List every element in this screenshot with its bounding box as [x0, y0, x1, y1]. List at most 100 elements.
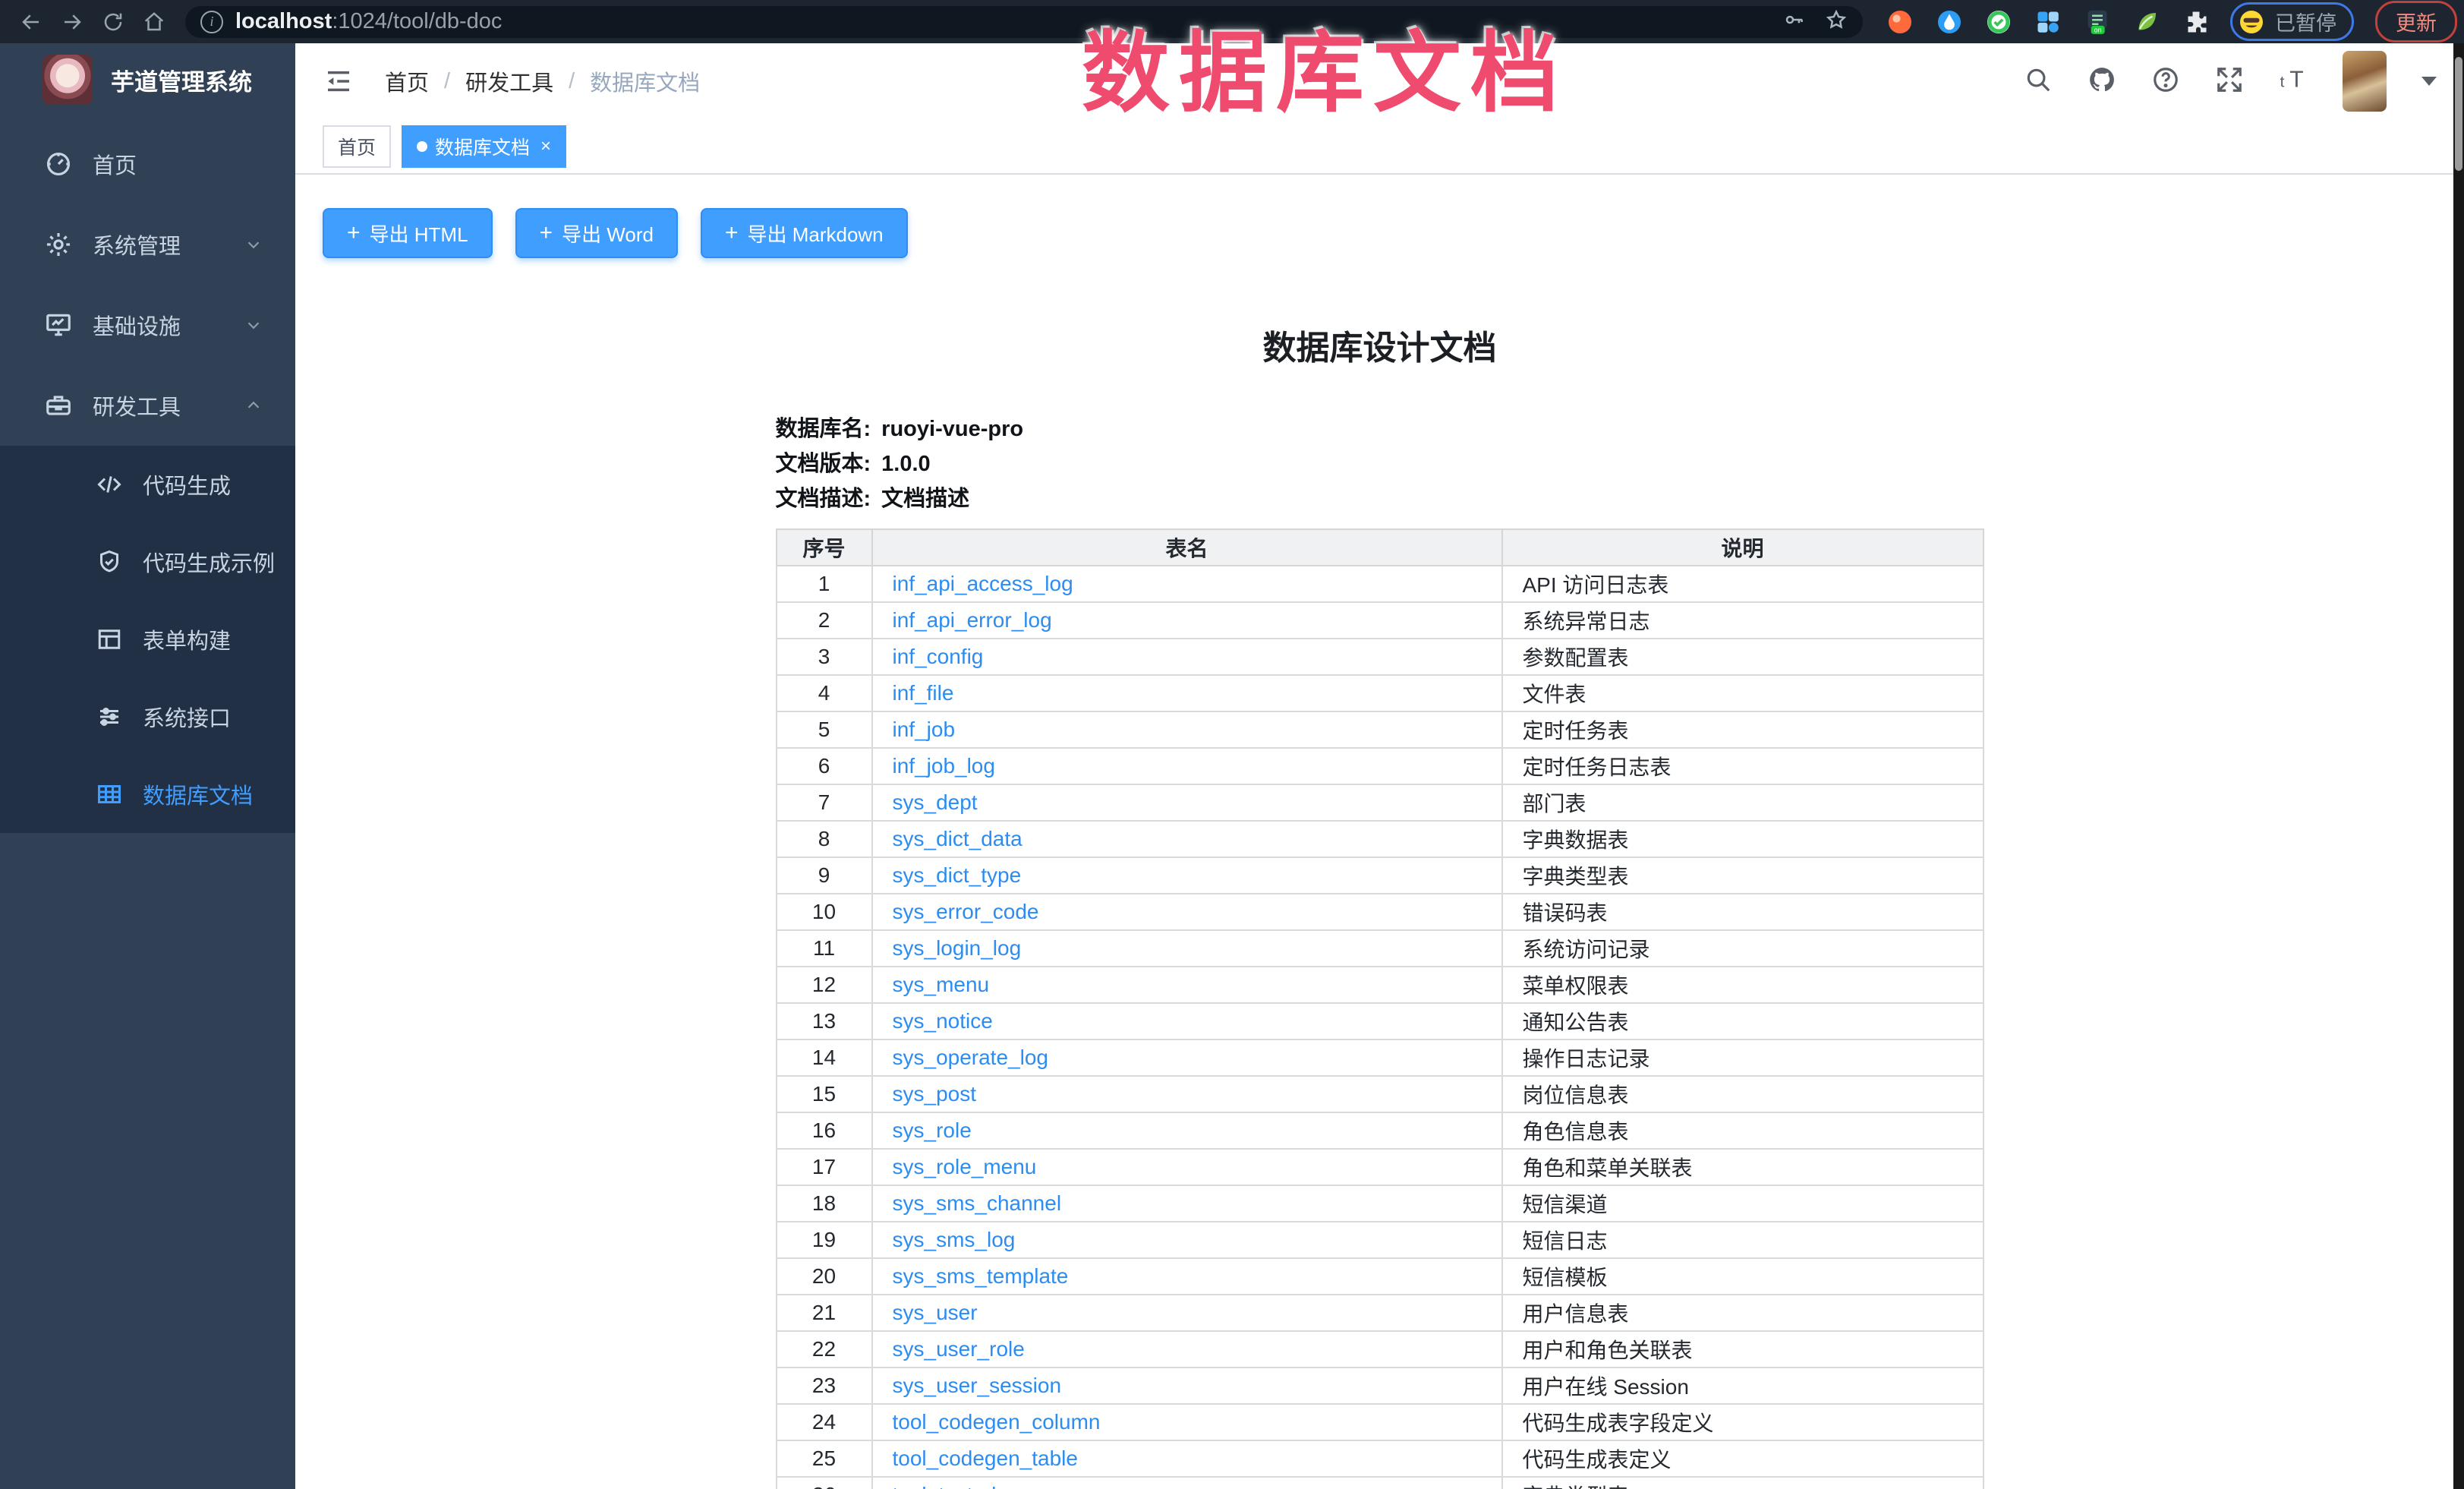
- tab-close-icon[interactable]: ×: [540, 136, 551, 157]
- table-link-sys_sms_template[interactable]: sys_sms_template: [893, 1264, 1069, 1288]
- font-size-icon[interactable]: tT: [2279, 65, 2308, 98]
- ext-blue-grid[interactable]: [2034, 8, 2062, 36]
- sidebar-item-研发工具[interactable]: 研发工具: [0, 365, 295, 446]
- user-menu-caret-icon[interactable]: [2421, 77, 2437, 86]
- chevron-up-icon: [244, 396, 263, 415]
- tools-icon: [44, 391, 73, 420]
- sidebar-item-代码生成示例[interactable]: 代码生成示例: [0, 523, 295, 601]
- meta-value: 1.0.0: [881, 446, 931, 481]
- table-description: 通知公告表: [1502, 1003, 1983, 1039]
- export-button-导出 Word[interactable]: 导出 Word: [515, 208, 678, 258]
- scrollbar-thumb[interactable]: [2455, 57, 2462, 171]
- sidebar-item-label: 研发工具: [93, 390, 181, 421]
- table-link-inf_api_error_log[interactable]: inf_api_error_log: [893, 608, 1052, 632]
- table-link-sys_error_code[interactable]: sys_error_code: [893, 900, 1039, 923]
- table-link-sys_dict_type[interactable]: sys_dict_type: [893, 863, 1022, 887]
- table-row: 2inf_api_error_log系统异常日志: [777, 602, 1983, 639]
- sidebar-item-系统管理[interactable]: 系统管理: [0, 204, 295, 285]
- export-button-导出 Markdown[interactable]: 导出 Markdown: [701, 208, 908, 258]
- table-link-inf_api_access_log[interactable]: inf_api_access_log: [893, 572, 1073, 595]
- table-link-inf_config[interactable]: inf_config: [893, 645, 984, 668]
- table-row: 25tool_codegen_table代码生成表定义: [777, 1440, 1983, 1477]
- home-icon[interactable]: [134, 5, 175, 39]
- extensions-row: on: [1886, 8, 2210, 36]
- ext-orange-ball[interactable]: [1886, 8, 1914, 36]
- ext-green-ring[interactable]: [1984, 8, 2013, 36]
- site-info-icon[interactable]: i: [200, 11, 223, 33]
- row-index: 11: [777, 930, 872, 967]
- tab-首页[interactable]: 首页: [323, 125, 391, 168]
- table-link-sys_post[interactable]: sys_post: [893, 1082, 977, 1106]
- breadcrumb-item-研发工具[interactable]: 研发工具: [465, 65, 553, 97]
- fullscreen-icon[interactable]: [2215, 65, 2244, 98]
- table-link-sys_login_log[interactable]: sys_login_log: [893, 936, 1022, 960]
- ext-puzzle[interactable]: [2182, 8, 2210, 36]
- table-link-tool_test_demo[interactable]: tool_test_demo: [893, 1483, 1038, 1489]
- table-link-inf_job[interactable]: inf_job: [893, 718, 956, 741]
- meta-value: ruoyi-vue-pro: [881, 412, 1023, 446]
- annotation-title: 数据库文档: [1082, 2, 1568, 129]
- tab-数据库文档[interactable]: 数据库文档×: [402, 125, 566, 168]
- sidebar-item-基础设施[interactable]: 基础设施: [0, 285, 295, 365]
- column-header-说明: 说明: [1502, 529, 1983, 566]
- table-link-sys_sms_channel[interactable]: sys_sms_channel: [893, 1191, 1062, 1215]
- table-description: 字典类型表: [1502, 857, 1983, 894]
- table-link-sys_user[interactable]: sys_user: [893, 1301, 978, 1324]
- ext-on-badge[interactable]: on: [2083, 8, 2112, 36]
- export-button-导出 HTML[interactable]: 导出 HTML: [323, 208, 493, 258]
- url-bar[interactable]: i localhost:1024/tool/db-doc: [185, 6, 1863, 38]
- table-link-sys_menu[interactable]: sys_menu: [893, 973, 990, 996]
- app-logo-area[interactable]: 芋道管理系统: [0, 43, 295, 116]
- extension-paused-badge[interactable]: 已暂停: [2230, 2, 2354, 41]
- table-row: 8sys_dict_data字典数据表: [777, 821, 1983, 857]
- table-description: 系统访问记录: [1502, 930, 1983, 967]
- table-link-sys_operate_log[interactable]: sys_operate_log: [893, 1046, 1048, 1069]
- table-link-sys_dept[interactable]: sys_dept: [893, 790, 978, 814]
- table-link-sys_user_role[interactable]: sys_user_role: [893, 1337, 1025, 1361]
- sidebar-item-表单构建[interactable]: 表单构建: [0, 601, 295, 678]
- table-link-sys_notice[interactable]: sys_notice: [893, 1009, 993, 1033]
- ext-green-leaf[interactable]: [2132, 8, 2161, 36]
- back-icon[interactable]: [11, 5, 52, 39]
- row-index: 4: [777, 675, 872, 711]
- row-index: 1: [777, 566, 872, 602]
- breadcrumb-separator: /: [444, 69, 450, 94]
- table-description: 短信日志: [1502, 1222, 1983, 1258]
- ext-blue-drop[interactable]: [1935, 8, 1964, 36]
- breadcrumb-item-首页[interactable]: 首页: [385, 65, 429, 97]
- table-link-inf_file[interactable]: inf_file: [893, 681, 954, 705]
- breadcrumb-separator: /: [569, 69, 575, 94]
- sidebar-item-代码生成[interactable]: 代码生成: [0, 446, 295, 523]
- table-link-inf_job_log[interactable]: inf_job_log: [893, 754, 995, 778]
- breadcrumb-item-数据库文档: 数据库文档: [590, 65, 700, 97]
- table-link-sys_user_session[interactable]: sys_user_session: [893, 1374, 1062, 1397]
- button-label: 导出 Markdown: [747, 219, 883, 248]
- help-icon[interactable]: [2151, 65, 2180, 98]
- table-link-tool_codegen_table[interactable]: tool_codegen_table: [893, 1446, 1078, 1470]
- bookmark-star-icon[interactable]: [1825, 8, 1848, 35]
- browser-update-button[interactable]: 更新: [2375, 1, 2457, 43]
- table-description: 角色信息表: [1502, 1112, 1983, 1149]
- user-avatar[interactable]: [2343, 51, 2387, 112]
- sidebar-item-数据库文档[interactable]: 数据库文档: [0, 756, 295, 833]
- table-link-sys_dict_data[interactable]: sys_dict_data: [893, 827, 1022, 850]
- reload-icon[interactable]: [93, 5, 134, 39]
- table-row: 16sys_role角色信息表: [777, 1112, 1983, 1149]
- sidebar-item-label: 代码生成: [143, 468, 231, 500]
- table-row: 13sys_notice通知公告表: [777, 1003, 1983, 1039]
- doc-meta-row: 文档描述:文档描述: [776, 481, 1984, 516]
- sidebar-item-系统接口[interactable]: 系统接口: [0, 678, 295, 756]
- db-doc: 数据库设计文档 数据库名:ruoyi-vue-pro文档版本:1.0.0文档描述…: [776, 320, 1984, 1489]
- table-link-sys_role_menu[interactable]: sys_role_menu: [893, 1155, 1037, 1178]
- table-description: 系统异常日志: [1502, 602, 1983, 639]
- search-icon[interactable]: [2024, 65, 2053, 98]
- password-key-icon[interactable]: [1782, 8, 1805, 35]
- forward-icon[interactable]: [52, 5, 93, 39]
- sidebar-fold-icon[interactable]: [323, 65, 354, 97]
- table-link-sys_sms_log[interactable]: sys_sms_log: [893, 1228, 1016, 1251]
- sidebar-item-首页[interactable]: 首页: [0, 124, 295, 204]
- github-icon[interactable]: [2087, 65, 2116, 98]
- table-link-tool_codegen_column[interactable]: tool_codegen_column: [893, 1410, 1101, 1434]
- page-scrollbar[interactable]: [2453, 43, 2464, 1489]
- table-link-sys_role[interactable]: sys_role: [893, 1118, 972, 1142]
